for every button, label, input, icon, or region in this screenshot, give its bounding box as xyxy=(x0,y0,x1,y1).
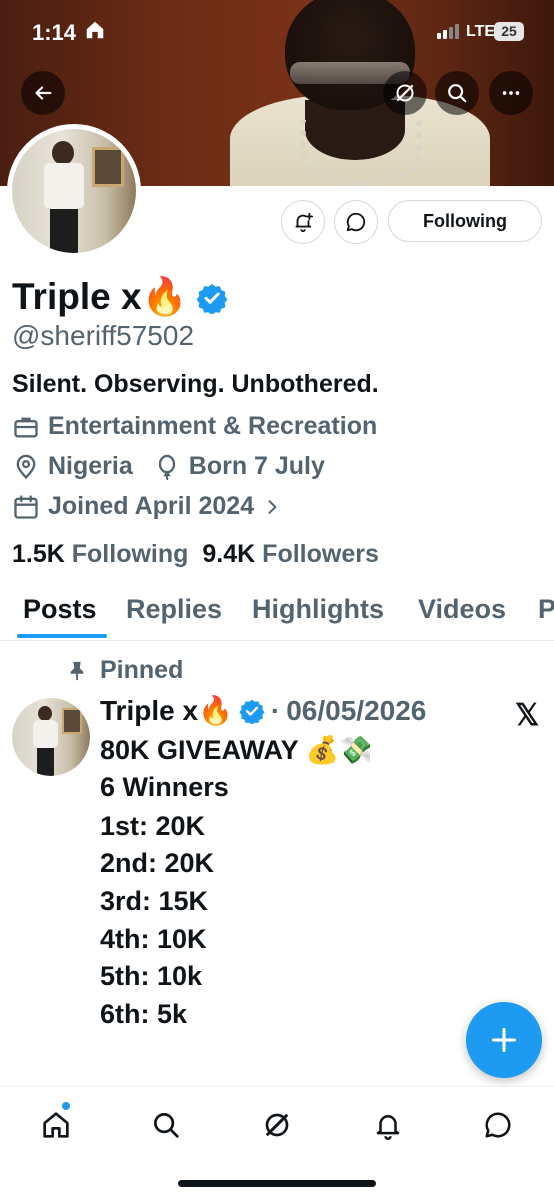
location-pin-icon xyxy=(16,454,36,479)
more-horizontal-icon xyxy=(502,91,520,95)
plus-icon xyxy=(491,1027,517,1053)
slash-circle-icon xyxy=(265,1113,289,1137)
post-text-line: 4th: 10K xyxy=(100,924,207,954)
post-text-line: 6th: 5k xyxy=(100,999,188,1029)
tab-more-partial[interactable]: P xyxy=(538,594,554,625)
location-text: Nigeria xyxy=(48,452,133,480)
status-bar: 1:14 LTE 25 xyxy=(0,0,554,64)
verified-badge-icon xyxy=(239,699,265,724)
slash-circle-icon xyxy=(396,84,414,102)
notify-button[interactable] xyxy=(281,200,325,244)
nav-search[interactable] xyxy=(146,1105,186,1145)
nav-grok[interactable] xyxy=(257,1105,297,1145)
post-text-line: 6 Winners xyxy=(100,772,229,802)
verified-badge-icon[interactable] xyxy=(196,282,228,314)
briefcase-icon xyxy=(14,417,38,437)
birthday-text: Born 7 July xyxy=(188,452,325,480)
signal-icon xyxy=(437,24,459,39)
profile-joined[interactable]: Joined April 2024 xyxy=(12,492,290,521)
profile-bio: Silent. Observing. Unbothered. xyxy=(12,370,379,398)
follow-counts: 1.5K Following 9.4K Followers xyxy=(12,540,379,569)
followers-count: 9.4K xyxy=(202,540,256,568)
search-icon xyxy=(448,84,467,103)
battery-icon: 25 xyxy=(494,22,524,41)
tab-highlights[interactable]: Highlights xyxy=(252,594,384,625)
post-avatar-photo xyxy=(12,698,90,776)
grok-button[interactable] xyxy=(383,71,427,115)
home-unread-dot xyxy=(62,1102,70,1110)
tab-posts[interactable]: Posts xyxy=(23,594,97,625)
category-text: Entertainment & Recreation xyxy=(48,412,378,440)
following-button[interactable]: Following xyxy=(388,200,542,242)
joined-text: Joined April 2024 xyxy=(48,492,255,520)
banner-chain xyxy=(300,120,422,186)
post-text-line: 3rd: 15K xyxy=(100,886,209,916)
calendar-icon xyxy=(14,494,38,519)
nav-notifications[interactable] xyxy=(368,1105,408,1145)
following-count-link[interactable]: 1.5K Following xyxy=(12,540,188,569)
tab-videos[interactable]: Videos xyxy=(418,594,506,625)
message-icon xyxy=(346,212,366,232)
followers-count-link[interactable]: 9.4K Followers xyxy=(202,540,378,569)
more-button[interactable] xyxy=(489,71,533,115)
home-status-icon xyxy=(84,19,106,46)
pinned-label-row: Pinned xyxy=(66,656,183,685)
pinned-label: Pinned xyxy=(100,656,184,684)
message-button[interactable] xyxy=(334,200,378,244)
post-author-avatar[interactable] xyxy=(12,698,90,776)
post-text-line: 80K GIVEAWAY 💰💸 xyxy=(100,735,373,765)
profile-category: Entertainment & Recreation xyxy=(12,412,377,441)
nav-home[interactable] xyxy=(36,1105,76,1145)
arrow-left-icon xyxy=(35,86,52,100)
search-icon xyxy=(154,1113,179,1138)
post-text-line: 5th: 10k xyxy=(100,961,203,991)
avatar-photo xyxy=(12,129,136,253)
x-logo-icon: 𝕏 xyxy=(515,699,540,732)
active-tab-indicator xyxy=(17,634,107,638)
post-header: Triple x🔥 · 06/05/2026 xyxy=(100,694,426,727)
bell-icon xyxy=(376,1115,400,1140)
balloon-icon xyxy=(158,454,175,480)
search-button[interactable] xyxy=(435,71,479,115)
profile-avatar[interactable] xyxy=(7,124,141,258)
followers-label: Followers xyxy=(262,540,379,568)
post-date[interactable]: 06/05/2026 xyxy=(286,695,426,727)
nav-messages[interactable] xyxy=(478,1105,518,1145)
home-icon xyxy=(43,1112,69,1138)
post-text-line: 1st: 20K xyxy=(100,811,206,841)
post-separator: · xyxy=(270,694,281,726)
back-button[interactable] xyxy=(21,71,65,115)
following-count: 1.5K xyxy=(12,540,65,568)
chevron-right-icon xyxy=(268,499,277,514)
profile-name-row: Triple x🔥 xyxy=(12,276,228,319)
profile-tabs: Posts Replies Highlights Videos P xyxy=(0,590,554,641)
post-author-name[interactable]: Triple x🔥 xyxy=(100,694,233,727)
home-indicator xyxy=(178,1180,376,1187)
network-type: LTE xyxy=(466,23,496,40)
status-time: 1:14 xyxy=(32,20,77,45)
post-text-line: 2nd: 20K xyxy=(100,848,215,878)
bell-plus-icon xyxy=(295,212,314,233)
tab-replies[interactable]: Replies xyxy=(126,594,222,625)
profile-handle: @sheriff57502 xyxy=(12,320,195,351)
profile-name: Triple x🔥 xyxy=(12,276,188,317)
following-label: Following xyxy=(71,540,189,568)
pin-icon xyxy=(70,661,84,680)
compose-post-button[interactable] xyxy=(466,1002,542,1078)
message-icon xyxy=(485,1112,511,1138)
profile-location-birthday: Nigeria Born 7 July xyxy=(12,452,325,481)
